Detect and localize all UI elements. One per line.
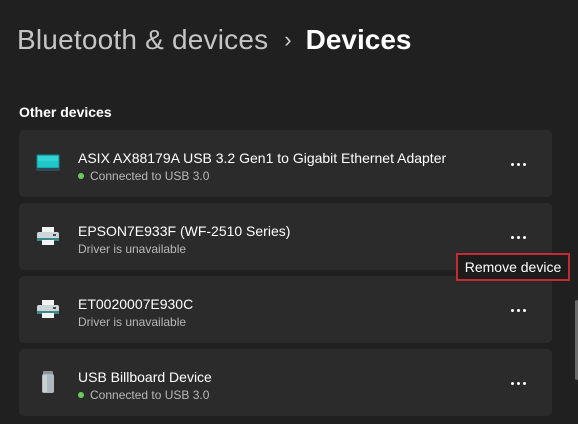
device-name: ASIX AX88179A USB 3.2 Gen1 to Gigabit Et… bbox=[78, 150, 447, 166]
breadcrumb-parent-link[interactable]: Bluetooth & devices bbox=[17, 24, 268, 56]
more-options-button[interactable] bbox=[506, 371, 530, 395]
printer-icon bbox=[35, 223, 61, 249]
device-status: Driver is unavailable bbox=[78, 315, 186, 329]
device-card-et0020007e930c[interactable]: ET0020007E930C Driver is unavailable bbox=[19, 276, 552, 343]
remove-device-menu-item[interactable]: Remove device bbox=[465, 259, 562, 275]
device-status-text: Connected to USB 3.0 bbox=[90, 169, 210, 183]
breadcrumb-chevron-icon: › bbox=[284, 27, 292, 52]
more-options-button[interactable] bbox=[506, 152, 530, 176]
device-context-menu: Remove device bbox=[456, 253, 570, 281]
device-name: USB Billboard Device bbox=[78, 369, 212, 385]
device-status: Driver is unavailable bbox=[78, 242, 186, 256]
monitor-icon bbox=[35, 150, 61, 176]
device-status-text: Driver is unavailable bbox=[78, 315, 187, 329]
more-options-button[interactable] bbox=[506, 225, 530, 249]
printer-icon bbox=[35, 296, 61, 322]
connected-status-dot-icon bbox=[78, 392, 84, 398]
device-status-text: Driver is unavailable bbox=[78, 242, 187, 256]
device-card-asix[interactable]: ASIX AX88179A USB 3.2 Gen1 to Gigabit Et… bbox=[19, 130, 552, 197]
section-title-other-devices: Other devices bbox=[19, 104, 112, 120]
page-title: Devices bbox=[305, 24, 412, 55]
device-status: Connected to USB 3.0 bbox=[78, 388, 209, 402]
device-status-text: Connected to USB 3.0 bbox=[90, 388, 210, 402]
breadcrumb: Bluetooth & devices › Devices bbox=[17, 20, 412, 60]
devices-settings-page: Bluetooth & devices › Devices Other devi… bbox=[0, 0, 578, 424]
usb-drive-icon bbox=[35, 369, 61, 395]
more-options-button[interactable] bbox=[506, 298, 530, 322]
device-card-usb-billboard[interactable]: USB Billboard Device Connected to USB 3.… bbox=[19, 349, 552, 416]
device-status: Connected to USB 3.0 bbox=[78, 169, 209, 183]
connected-status-dot-icon bbox=[78, 173, 84, 179]
device-name: ET0020007E930C bbox=[78, 296, 194, 312]
device-name: EPSON7E933F (WF-2510 Series) bbox=[78, 223, 291, 239]
